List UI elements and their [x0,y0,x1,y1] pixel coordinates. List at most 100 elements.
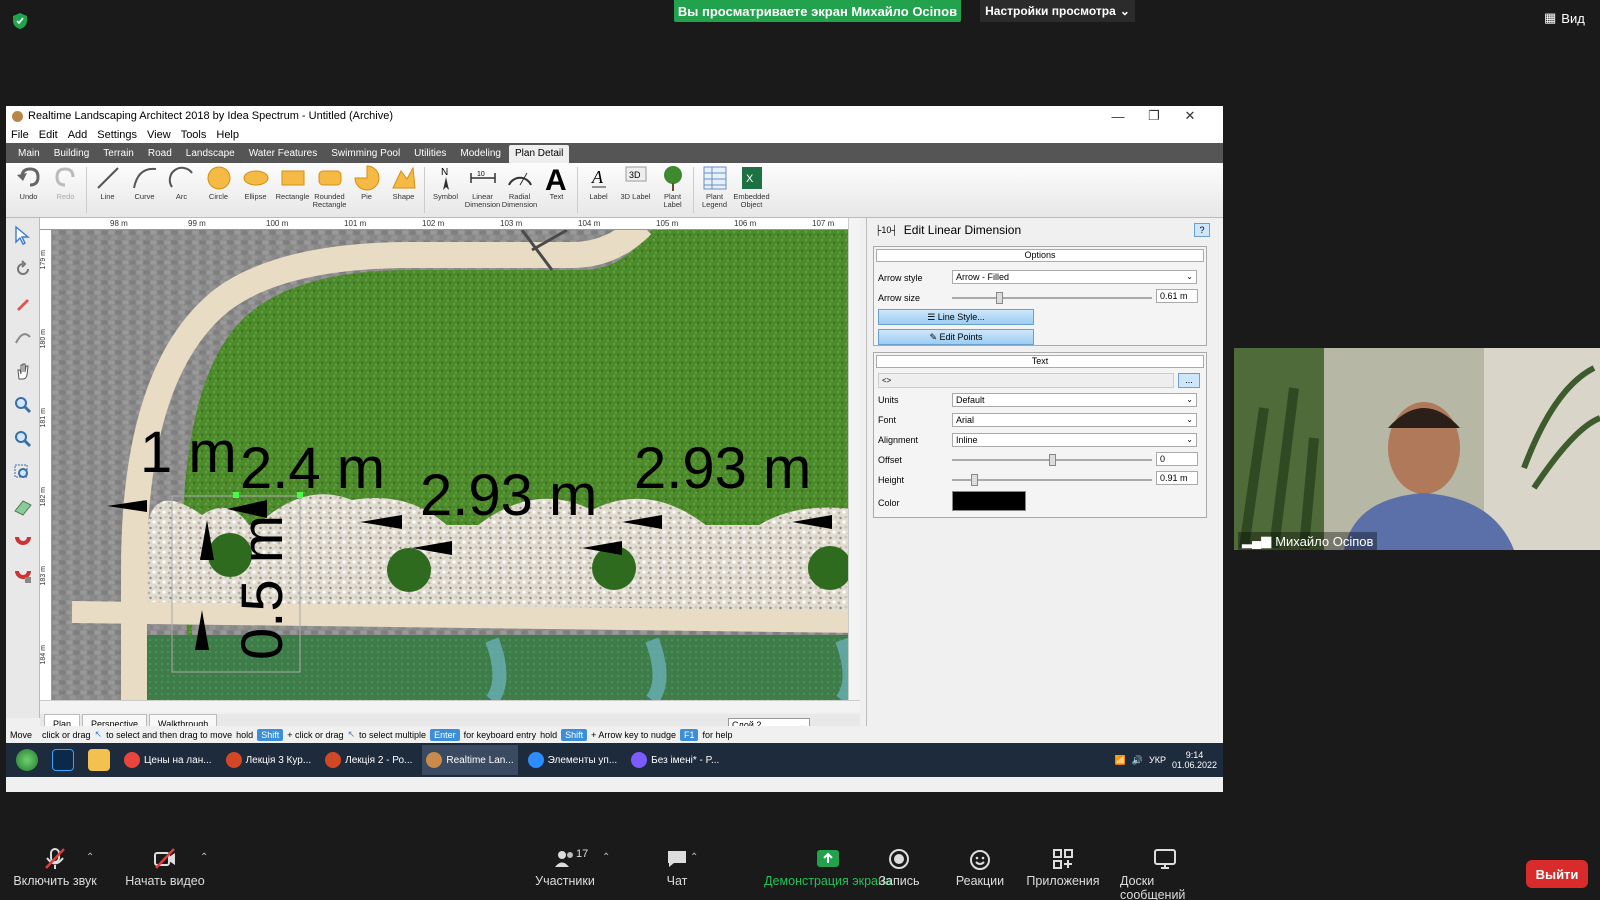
curve-tool[interactable]: Curve [126,163,163,218]
reactions-button[interactable]: Реакции [935,848,1025,888]
tab-water-features[interactable]: Water Features [243,145,324,163]
taskbar-item[interactable]: Лекція 3 Кур... [222,745,316,775]
menu-add[interactable]: Add [68,129,88,141]
tab-modeling[interactable]: Modeling [454,145,507,163]
participant-video[interactable] [1234,348,1600,550]
volume-icon[interactable]: 🔊 [1132,755,1143,766]
offset-field[interactable]: 0 [1156,452,1198,466]
height-field[interactable]: 0.91 m [1156,471,1198,485]
circle-tool[interactable]: Circle [200,163,237,218]
units-dropdown[interactable]: Default ⌄ [952,393,1197,407]
radial-dimension-tool[interactable]: Radial Dimension [501,163,538,218]
vertical-scrollbar[interactable] [848,218,860,700]
3d-label-tool[interactable]: 3D 3D Label [617,163,654,218]
chevron-up-icon[interactable]: ⌃ [86,852,94,863]
slider-thumb[interactable] [1048,454,1056,466]
clock[interactable]: 9:14 01.06.2022 [1172,750,1217,770]
slider-thumb[interactable] [996,292,1004,304]
slider-thumb[interactable] [971,474,979,486]
offset-slider[interactable] [952,454,1152,466]
maximize-button[interactable]: ❐ [1136,106,1172,126]
horizontal-scrollbar[interactable] [40,700,860,712]
apps-button[interactable]: Приложения [1018,848,1108,888]
tab-road[interactable]: Road [142,145,178,163]
text-input[interactable]: <> [878,373,1174,388]
label-tool[interactable]: A Label [580,163,617,218]
taskbar-item[interactable]: Без імені* - P... [627,745,723,775]
record-button[interactable]: Запись [854,848,944,888]
network-icon[interactable]: 📶 [1115,755,1126,766]
video-button[interactable]: Начать видео [120,848,210,888]
linear-dimension-tool[interactable]: 10 Linear Dimension [464,163,501,218]
plant-legend-tool[interactable]: Plant Legend [696,163,733,218]
close-button[interactable]: ✕ [1172,106,1208,126]
menu-edit[interactable]: Edit [39,129,58,141]
tab-main[interactable]: Main [12,145,46,163]
pie-tool[interactable]: Pie [348,163,385,218]
menu-view[interactable]: View [147,129,171,141]
pan-hand-icon[interactable] [6,354,40,388]
plan-canvas[interactable]: 1 m 2.4 m 2.93 m 2.93 m 0.5 m [52,230,860,700]
language-indicator[interactable]: УКР [1149,755,1166,765]
tab-plan-detail[interactable]: Plan Detail [509,145,570,163]
taskbar-item[interactable]: Лекція 2 - Ро... [321,745,416,775]
zoom-window-icon[interactable] [6,456,40,490]
arc-tool[interactable]: Arc [163,163,200,218]
alignment-dropdown[interactable]: Inline ⌄ [952,433,1197,447]
shape-tool[interactable]: Shape [385,163,422,218]
minimize-button[interactable]: — [1100,106,1136,126]
zoom-in-icon[interactable] [6,388,40,422]
ellipse-tool[interactable]: Ellipse [237,163,274,218]
arrow-size-field[interactable]: 0.61 m [1156,289,1198,303]
leave-button[interactable]: Выйти [1526,860,1588,888]
redo-tool[interactable]: Redo [47,163,84,218]
tab-swimming-pool[interactable]: Swimming Pool [325,145,406,163]
magnet-settings-icon[interactable] [6,558,40,592]
taskbar-photoshop[interactable] [48,745,78,775]
security-shield-icon[interactable] [12,12,28,30]
rotate-icon[interactable] [6,252,40,286]
taskbar-item[interactable]: Элементы уп... [524,745,622,775]
height-slider[interactable] [952,474,1152,486]
chat-button[interactable]: Чат [632,848,722,888]
undo-tool[interactable]: Undo [10,163,47,218]
tab-building[interactable]: Building [48,145,96,163]
help-button[interactable]: ? [1194,223,1210,237]
curve-edit-icon[interactable] [6,320,40,354]
magnet-icon[interactable] [6,524,40,558]
rounded-rectangle-tool[interactable]: Rounded Rectangle [311,163,348,218]
tab-utilities[interactable]: Utilities [408,145,452,163]
participants-button[interactable]: 17 Участники [520,848,610,888]
symbol-tool[interactable]: N Symbol [427,163,464,218]
taskbar-item[interactable]: Цены на лан... [120,745,216,775]
menu-tools[interactable]: Tools [181,129,207,141]
grid-icon[interactable] [6,490,40,524]
arrow-size-slider[interactable] [952,292,1152,304]
plant-label-tool[interactable]: Plant Label [654,163,691,218]
view-settings-dropdown[interactable]: Настройки просмотра ⌄ [980,0,1135,22]
whiteboards-button[interactable]: Доски сообщений [1120,848,1210,900]
zoom-out-icon[interactable] [6,422,40,456]
taskbar-explorer[interactable] [84,745,114,775]
taskbar-item[interactable]: Realtime Lan... [422,745,518,775]
edit-points-button[interactable]: ✎ Edit Points [878,329,1034,345]
tab-landscape[interactable]: Landscape [180,145,241,163]
start-button[interactable] [12,745,42,775]
pencil-icon[interactable] [6,286,40,320]
chevron-up-icon[interactable]: ⌃ [602,852,610,863]
line-style-button[interactable]: ☰ Line Style... [878,309,1034,325]
font-dropdown[interactable]: Arial ⌄ [952,413,1197,427]
rectangle-tool[interactable]: Rectangle [274,163,311,218]
text-tool[interactable]: A Text [538,163,575,218]
line-tool[interactable]: Line [89,163,126,218]
chevron-up-icon[interactable]: ⌃ [200,852,208,863]
color-swatch[interactable] [952,491,1026,511]
chevron-up-icon[interactable]: ⌃ [690,852,698,863]
view-button[interactable]: ▦ Вид [1544,10,1585,26]
menu-file[interactable]: File [11,129,29,141]
tab-terrain[interactable]: Terrain [97,145,140,163]
menu-settings[interactable]: Settings [97,129,137,141]
select-arrow-icon[interactable] [6,218,40,252]
text-more-button[interactable]: ... [1178,373,1200,388]
embedded-object-tool[interactable]: X Embedded Object [733,163,770,218]
